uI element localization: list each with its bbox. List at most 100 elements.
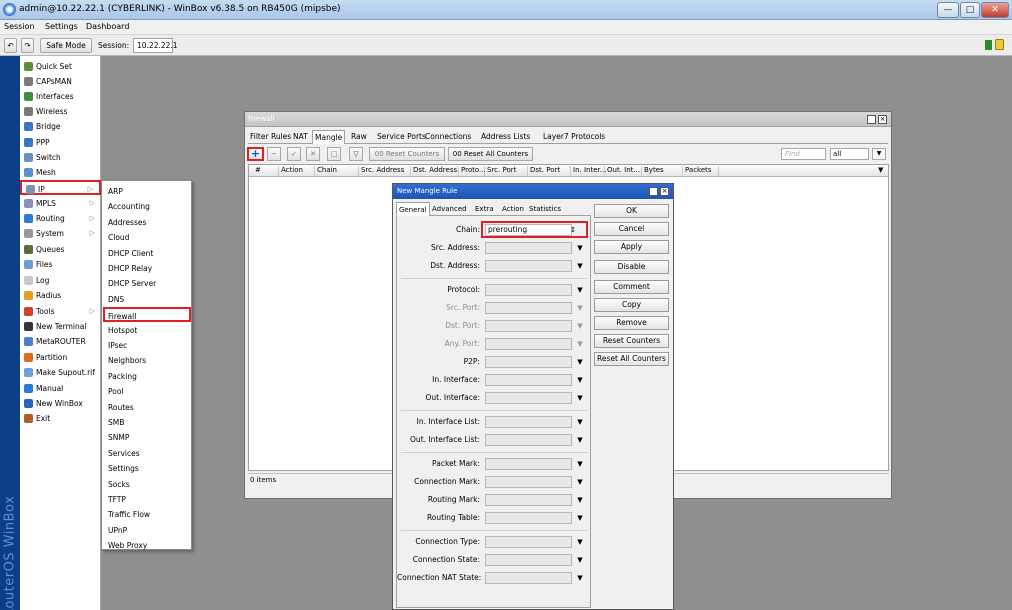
tab-raw[interactable]: Raw <box>349 130 369 144</box>
sidebar-item-tools[interactable]: Tools ▷ <box>20 304 101 319</box>
column-header-out-int[interactable]: Out. Int... <box>605 166 642 176</box>
disable-button[interactable]: Disable <box>594 260 669 274</box>
connection-type-dropdown-icon[interactable]: ▼ <box>576 536 584 548</box>
firewall-maximize-button[interactable] <box>867 115 876 124</box>
disable-rule-button[interactable]: ✕ <box>306 147 320 161</box>
p2p-dropdown-icon[interactable]: ▼ <box>576 356 584 368</box>
out-interface-list-field[interactable] <box>485 434 572 446</box>
sidebar-item-ip[interactable]: IP ▷ <box>20 180 101 195</box>
column-header-dst-port[interactable]: Dst. Port <box>528 166 571 176</box>
src-address-field[interactable] <box>485 242 572 254</box>
routing-table-dropdown-icon[interactable]: ▼ <box>576 512 584 524</box>
sidebar-item-mesh[interactable]: Mesh <box>20 165 101 180</box>
sidebar-item-mpls[interactable]: MPLS ▷ <box>20 196 101 211</box>
enable-rule-button[interactable]: ✓ <box>287 147 301 161</box>
sidebar-item-wireless[interactable]: Wireless <box>20 104 101 119</box>
protocol-field[interactable] <box>485 284 572 296</box>
connection-state-field[interactable] <box>485 554 572 566</box>
close-button[interactable]: ✕ <box>981 2 1009 18</box>
dialog-tab-general[interactable]: General <box>396 202 430 216</box>
p2p-field[interactable] <box>485 356 572 368</box>
sidebar-item-files[interactable]: Files <box>20 257 101 272</box>
menu-settings[interactable]: Settings <box>45 22 78 31</box>
ip-menu-item-dhcp-client[interactable]: DHCP Client <box>108 246 188 261</box>
copy-button[interactable]: Copy <box>594 298 669 312</box>
safe-mode-button[interactable]: Safe Mode <box>40 38 92 53</box>
in-interface-list-field[interactable] <box>485 416 572 428</box>
sidebar-item-new-terminal[interactable]: New Terminal <box>20 319 101 334</box>
src-port-dropdown-icon[interactable]: ▼ <box>576 302 584 314</box>
connection-mark-field[interactable] <box>485 476 572 488</box>
any-port-dropdown-icon[interactable]: ▼ <box>576 338 584 350</box>
ip-menu-item-socks[interactable]: Socks <box>108 477 188 492</box>
comment-button[interactable]: Comment <box>594 280 669 294</box>
ip-menu-item-pool[interactable]: Pool <box>108 384 188 399</box>
ip-menu-item-firewall[interactable]: Firewall <box>103 307 191 323</box>
ip-menu-item-smb[interactable]: SMB <box>108 415 188 430</box>
cancel-button[interactable]: Cancel <box>594 222 669 236</box>
tab-mangle[interactable]: Mangle <box>312 130 346 144</box>
in-interface-field[interactable] <box>485 374 572 386</box>
column-header-packets[interactable]: Packets <box>683 166 719 176</box>
menu-dashboard[interactable]: Dashboard <box>86 22 129 31</box>
column-header-dst-address[interactable]: Dst. Address <box>411 166 459 176</box>
comment-rule-button[interactable]: □ <box>327 147 341 161</box>
src-address-dropdown-icon[interactable]: ▼ <box>576 242 584 254</box>
connection-type-field[interactable] <box>485 536 572 548</box>
out-interface-field[interactable] <box>485 392 572 404</box>
find-input[interactable]: Find <box>781 148 826 160</box>
remove-button[interactable]: Remove <box>594 316 669 330</box>
routing-mark-field[interactable] <box>485 494 572 506</box>
routing-mark-dropdown-icon[interactable]: ▼ <box>576 494 584 506</box>
out-interface-list-dropdown-icon[interactable]: ▼ <box>576 434 584 446</box>
dialog-tab-statistics[interactable]: Statistics <box>527 202 563 216</box>
sidebar-item-interfaces[interactable]: Interfaces <box>20 89 101 104</box>
sidebar-item-quick-set[interactable]: Quick Set <box>20 59 101 74</box>
ip-menu-item-settings[interactable]: Settings <box>108 461 188 476</box>
dst-address-dropdown-icon[interactable]: ▼ <box>576 260 584 272</box>
sidebar-item-switch[interactable]: Switch <box>20 150 101 165</box>
dialog-tab-extra[interactable]: Extra <box>473 202 495 216</box>
column-header-in-inter[interactable]: In. Inter... <box>571 166 606 176</box>
tab-service-ports[interactable]: Service Ports <box>375 130 428 144</box>
connection-nat-state-dropdown-icon[interactable]: ▼ <box>576 572 584 584</box>
dialog-tab-advanced[interactable]: Advanced <box>430 202 469 216</box>
column-header-chain[interactable]: Chain <box>315 166 359 176</box>
ip-menu-item-dhcp-server[interactable]: DHCP Server <box>108 276 188 291</box>
tab-connections[interactable]: Connections <box>423 130 473 144</box>
column-header-action[interactable]: Action <box>279 166 315 176</box>
ip-menu-item-addresses[interactable]: Addresses <box>108 215 188 230</box>
sidebar-item-queues[interactable]: Queues <box>20 242 101 257</box>
dst-port-dropdown-icon[interactable]: ▼ <box>576 320 584 332</box>
protocol-dropdown-icon[interactable]: ▼ <box>576 284 584 296</box>
dialog-close-button[interactable]: × <box>660 187 669 196</box>
ip-menu-item-traffic-flow[interactable]: Traffic Flow <box>108 507 188 522</box>
connection-mark-dropdown-icon[interactable]: ▼ <box>576 476 584 488</box>
filter-button[interactable]: ▽ <box>349 147 363 161</box>
tab-layer7-protocols[interactable]: Layer7 Protocols <box>541 130 607 144</box>
dst-address-field[interactable] <box>485 260 572 272</box>
undo-button[interactable]: ↶ <box>4 38 17 53</box>
any-port-field[interactable] <box>485 338 572 350</box>
ip-menu-item-web-proxy[interactable]: Web Proxy <box>108 538 188 553</box>
ok-button[interactable]: OK <box>594 204 669 218</box>
tab-address-lists[interactable]: Address Lists <box>479 130 532 144</box>
ip-menu-item-tftp[interactable]: TFTP <box>108 492 188 507</box>
ip-menu-item-cloud[interactable]: Cloud <box>108 230 188 245</box>
ip-menu-item-dns[interactable]: DNS <box>108 292 188 307</box>
firewall-close-button[interactable]: × <box>878 115 887 124</box>
ip-menu-item-neighbors[interactable]: Neighbors <box>108 353 188 368</box>
redo-button[interactable]: ↷ <box>21 38 34 53</box>
column-header-src-address[interactable]: Src. Address <box>359 166 411 176</box>
column-header-number[interactable]: # <box>253 166 279 176</box>
sidebar-item-exit[interactable]: Exit <box>20 411 101 426</box>
in-interface-dropdown-icon[interactable]: ▼ <box>576 374 584 386</box>
ip-menu-item-upnp[interactable]: UPnP <box>108 523 188 538</box>
session-field[interactable]: 10.22.22.1 <box>133 38 178 53</box>
sidebar-item-bridge[interactable]: Bridge <box>20 119 101 134</box>
tab-nat[interactable]: NAT <box>291 130 310 144</box>
ip-menu-item-ipsec[interactable]: IPsec <box>108 338 188 353</box>
ip-menu-item-hotspot[interactable]: Hotspot <box>108 323 188 338</box>
ip-menu-item-services[interactable]: Services <box>108 446 188 461</box>
sidebar-item-ppp[interactable]: PPP <box>20 135 101 150</box>
